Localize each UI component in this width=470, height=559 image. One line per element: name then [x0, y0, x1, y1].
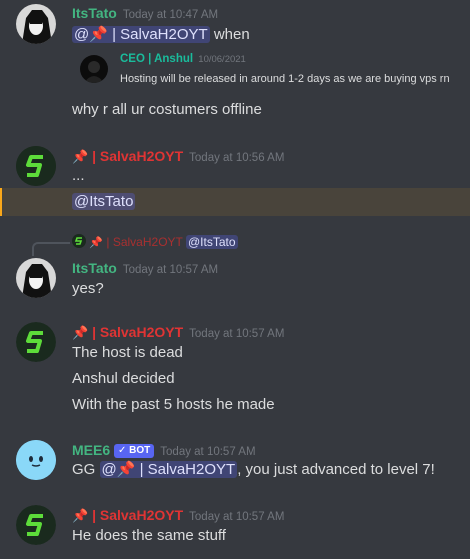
avatar-itstato[interactable]: [16, 258, 56, 298]
green-s-logo-icon: [72, 234, 86, 248]
message-text: when: [213, 26, 250, 43]
user-mention[interactable]: @ItsTato: [72, 193, 136, 210]
username[interactable]: | SalvaH2OYT: [92, 324, 183, 340]
reply-username[interactable]: | SalvaH2OYT: [106, 235, 182, 249]
message-text: GG: [72, 461, 96, 478]
pin-icon: 📌: [72, 149, 89, 164]
bot-badge: ✓ BOT: [114, 444, 155, 458]
green-s-logo-icon: [16, 505, 56, 545]
user-mention[interactable]: @📌 | SalvaH2OYT: [99, 461, 238, 478]
timestamp: Today at 10:47 AM: [122, 9, 219, 21]
username[interactable]: | SalvaH2OYT: [92, 507, 183, 523]
message-text: why r all ur costumers offline: [72, 101, 262, 118]
message-text: Anshul decided: [72, 370, 175, 387]
quoted-date: 10/06/2021: [198, 54, 246, 65]
green-s-logo-icon: [16, 322, 56, 362]
username[interactable]: MEE6: [72, 442, 110, 458]
green-s-logo-icon: [16, 146, 56, 186]
message-text: He does the same stuff: [72, 527, 226, 544]
hooded-figure-icon: [84, 61, 104, 83]
user-mention[interactable]: @ItsTato: [186, 235, 238, 249]
avatar-salvah2oyt[interactable]: [16, 505, 56, 545]
reply-connector: [32, 242, 70, 256]
user-mention[interactable]: @📌 | SalvaH2OYT: [72, 26, 210, 43]
quoted-author[interactable]: CEO | Anshul: [120, 53, 193, 65]
mention-highlight: [0, 188, 470, 216]
timestamp: Today at 10:57 AM: [122, 264, 219, 276]
anime-avatar-icon: [16, 258, 56, 298]
timestamp: Today at 10:57 AM: [189, 511, 285, 523]
message-text: , you just advanced to level 7!: [237, 461, 435, 478]
avatar-salvah2oyt[interactable]: [16, 322, 56, 362]
anime-avatar-icon: [16, 4, 56, 44]
reply-preview[interactable]: 📌 | SalvaH2OYT @ItsTato: [72, 234, 238, 251]
timestamp: Today at 10:57 AM: [189, 328, 285, 340]
username[interactable]: ItsTato: [72, 260, 117, 276]
timestamp: Today at 10:56 AM: [189, 152, 285, 164]
avatar-itstato[interactable]: [16, 4, 56, 44]
username[interactable]: ItsTato: [72, 5, 117, 21]
avatar-mee6[interactable]: [16, 440, 56, 480]
mee6-face-icon: [16, 440, 56, 480]
message-text: ...: [72, 167, 85, 184]
message-text: The host is dead: [72, 344, 183, 361]
quoted-text: Hosting will be released in around 1-2 d…: [120, 73, 450, 85]
avatar-salvah2oyt[interactable]: [16, 146, 56, 186]
timestamp: Today at 10:57 AM: [160, 446, 256, 458]
username[interactable]: | SalvaH2OYT: [92, 148, 183, 164]
message-text: With the past 5 hosts he made: [72, 396, 275, 413]
pin-icon: 📌: [72, 508, 89, 523]
message-text: yes?: [72, 280, 104, 297]
avatar-anshul: [80, 55, 108, 83]
pin-icon: 📌: [89, 237, 104, 249]
pin-icon: 📌: [72, 325, 89, 340]
